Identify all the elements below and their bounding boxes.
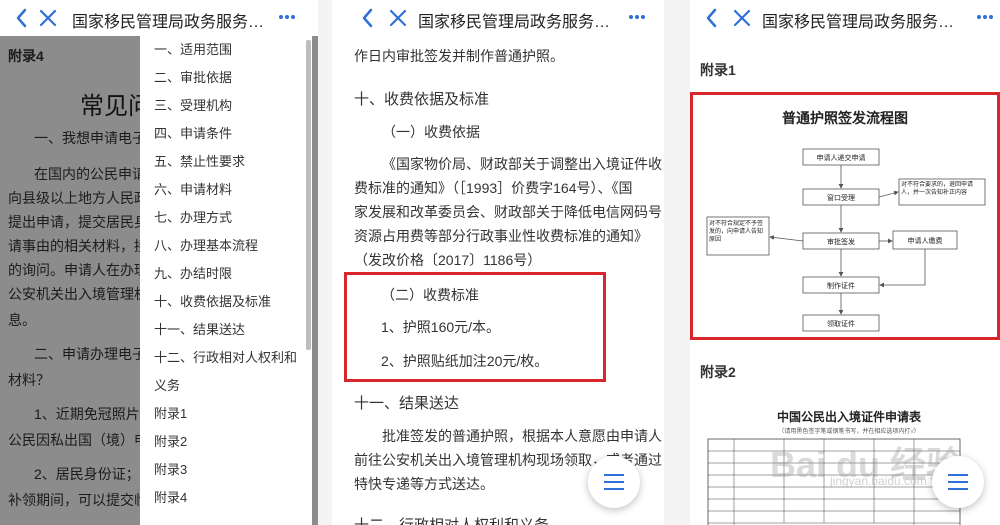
section-heading: 十、收费依据及标准 bbox=[354, 91, 490, 108]
section-heading: 十一、结果送达 bbox=[354, 395, 460, 412]
fee-item: 1、护照160元/本。 bbox=[381, 319, 501, 335]
arrow bbox=[769, 235, 804, 242]
list-icon bbox=[604, 474, 624, 476]
toc-item[interactable]: 义务 bbox=[154, 375, 180, 394]
toc-item[interactable]: 附录4 bbox=[154, 487, 187, 506]
passport-flowchart: 普通护照签发流程图 申请人递交申请 窗口受理 审批签发 制作证件 领取证件 申请… bbox=[706, 110, 986, 332]
toc-item[interactable]: 八、办理基本流程 bbox=[154, 235, 258, 254]
toc-item[interactable]: 十二、行政相对人权利和 bbox=[154, 347, 297, 366]
toc-menu-button[interactable] bbox=[588, 456, 640, 508]
node-apply-label: 申请人递交申请 bbox=[817, 153, 866, 162]
subsection-heading: （一）收费依据 bbox=[382, 124, 480, 140]
toc-item[interactable]: 十一、结果送达 bbox=[154, 319, 245, 338]
flowchart-highlight: 普通护照签发流程图 申请人递交申请 窗口受理 审批签发 制作证件 领取证件 申请… bbox=[690, 92, 1000, 340]
close-icon[interactable] bbox=[388, 8, 408, 28]
app-title: 国家移民管理局政务服务… bbox=[72, 14, 265, 31]
close-icon[interactable] bbox=[38, 8, 58, 28]
subsection-heading: （二）收费标准 bbox=[381, 287, 479, 303]
close-icon[interactable] bbox=[732, 8, 752, 28]
document-body: 附录1 普通护照签发流程图 申请人递交申请 窗口受理 审批签发 制作证件 领取证… bbox=[690, 36, 1000, 525]
text-line: 资源占用费等部分行政事业性收费标准的通知》 bbox=[354, 228, 648, 244]
text-line: 家发展和改革委员会、财政部关于降低电信网码号 bbox=[354, 204, 662, 220]
more-dots-icon[interactable] bbox=[628, 14, 646, 22]
toc-menu-button[interactable] bbox=[932, 456, 984, 508]
appendix-heading: 附录1 bbox=[700, 62, 736, 78]
toc-item[interactable]: 十、收费依据及标准 bbox=[154, 291, 271, 310]
toc-item[interactable]: 一、适用范围 bbox=[154, 39, 232, 58]
top-bar: 国家移民管理局政务服务… bbox=[0, 0, 318, 36]
fee-item: 2、护照贴纸加注20元/枚。 bbox=[381, 353, 549, 369]
section-heading: 十二、行政相对人权利和义务 bbox=[354, 514, 549, 525]
toc-item[interactable]: 九、办结时限 bbox=[154, 263, 232, 282]
form-note: （请用黑色签字笔或钢笔书写，并在相应选项内打√） bbox=[778, 429, 920, 435]
toc-item[interactable]: 附录3 bbox=[154, 459, 187, 478]
toc-drawer: 一、适用范围 二、审批依据 三、受理机构 四、申请条件 五、禁止性要求 六、申请… bbox=[140, 36, 312, 525]
fee-standard-highlight: （二）收费标准 1、护照160元/本。 2、护照贴纸加注20元/枚。 bbox=[344, 272, 606, 382]
top-bar: 国家移民管理局政务服务… bbox=[690, 0, 1000, 36]
list-icon bbox=[948, 474, 968, 476]
top-bar: 国家移民管理局政务服务… bbox=[344, 0, 664, 36]
text-line: 作日内审批签发并制作普通护照。 bbox=[354, 48, 564, 64]
app-title: 国家移民管理局政务服务… bbox=[418, 14, 611, 31]
text-line: 特快专递等方式送达。 bbox=[354, 476, 494, 492]
node-collect-label: 领取证件 bbox=[827, 319, 855, 328]
arrow bbox=[878, 190, 899, 198]
panel-guide-toc: 国家移民管理局政务服务… 附录4 常见问 一、我想申请电子 在国内的公民申请 向… bbox=[0, 0, 318, 525]
node-reject-left-label: 对不符合规定不予签发的，向申请人告知原因 bbox=[709, 221, 764, 243]
toc-item[interactable]: 三、受理机构 bbox=[154, 95, 232, 114]
node-reject-right-label: 对不符合要求的，退回申请人，并一次告知补正内容 bbox=[901, 182, 974, 196]
divider bbox=[318, 0, 332, 525]
watermark-url: jingyan.baidu.com bbox=[830, 474, 927, 488]
node-accept-label: 窗口受理 bbox=[827, 193, 855, 202]
toc-item[interactable]: 二、审批依据 bbox=[154, 67, 232, 86]
appendix-heading: 附录2 bbox=[700, 364, 736, 380]
back-chevron-icon[interactable] bbox=[702, 6, 722, 30]
app-title: 国家移民管理局政务服务… bbox=[762, 14, 955, 31]
form-title: 中国公民出入境证件申请表 bbox=[776, 410, 921, 424]
document-body: 作日内审批签发并制作普通护照。 十、收费依据及标准 （一）收费依据 《国家物价局… bbox=[344, 36, 664, 525]
flowchart-title: 普通护照签发流程图 bbox=[782, 110, 908, 126]
more-dots-icon[interactable] bbox=[976, 14, 994, 22]
back-chevron-icon[interactable] bbox=[358, 6, 378, 30]
text-line: 批准签发的普通护照，根据本人意愿由申请人 bbox=[382, 428, 662, 444]
arrow bbox=[879, 249, 926, 288]
panel-fees: 国家移民管理局政务服务… 作日内审批签发并制作普通护照。 十、收费依据及标准 （… bbox=[344, 0, 664, 525]
toc-item[interactable]: 附录1 bbox=[154, 403, 187, 422]
node-pay-label: 申请人缴费 bbox=[908, 236, 943, 245]
text-line: 费标准的通知》（［1993］价费字164号）、《国 bbox=[354, 180, 633, 196]
text-line: （发改价格〔2017〕1186号） bbox=[354, 252, 542, 268]
divider bbox=[664, 0, 690, 525]
panel-appendix: 国家移民管理局政务服务… 附录1 普通护照签发流程图 申请人递交申请 窗口受理 … bbox=[690, 0, 1000, 525]
more-dots-icon[interactable] bbox=[278, 14, 296, 22]
toc-item[interactable]: 四、申请条件 bbox=[154, 123, 232, 142]
text-line: 《国家物价局、财政部关于调整出入境证件收 bbox=[382, 156, 662, 172]
toc-item[interactable]: 附录2 bbox=[154, 431, 187, 450]
toc-item[interactable]: 六、申请材料 bbox=[154, 179, 232, 198]
toc-item[interactable]: 七、办理方式 bbox=[154, 207, 232, 226]
node-make-label: 制作证件 bbox=[827, 281, 855, 290]
node-review-label: 审批签发 bbox=[827, 237, 855, 246]
drawer-scrollbar[interactable] bbox=[306, 40, 311, 350]
back-chevron-icon[interactable] bbox=[12, 6, 32, 30]
toc-item[interactable]: 五、禁止性要求 bbox=[154, 151, 245, 170]
